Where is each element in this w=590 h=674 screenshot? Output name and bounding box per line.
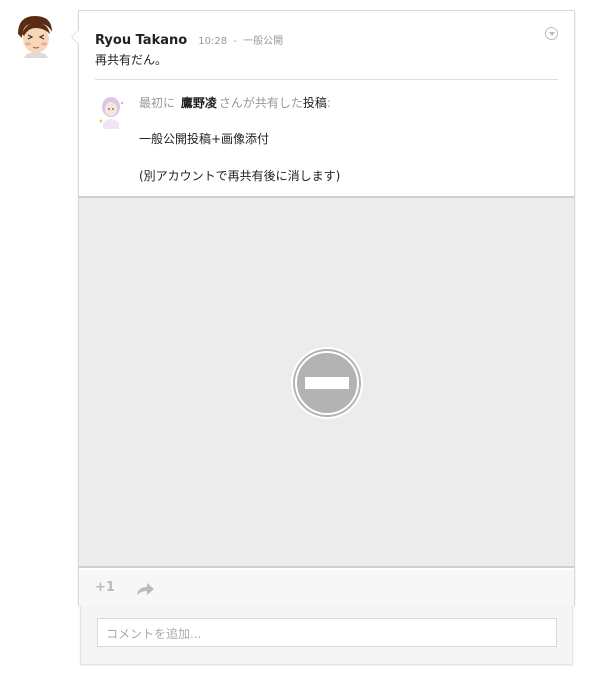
share-arrow-icon[interactable] bbox=[135, 580, 155, 596]
divider bbox=[95, 79, 558, 80]
blocked-image-icon bbox=[291, 347, 363, 419]
post-meta: 10:28 - 一般公開 bbox=[198, 36, 283, 47]
action-bar: +1 bbox=[79, 570, 574, 606]
card-tail bbox=[71, 29, 79, 45]
reshare-prefix: 最初に bbox=[139, 96, 176, 110]
post-time[interactable]: 10:28 bbox=[198, 36, 227, 47]
reshare-attribution: 最初に 鷹野凌 さんが共有した投稿: bbox=[139, 94, 331, 111]
chevron-down-icon[interactable] bbox=[545, 27, 558, 40]
reshare-colon: : bbox=[326, 96, 331, 110]
avatar[interactable] bbox=[12, 12, 58, 58]
attached-image[interactable] bbox=[79, 196, 574, 568]
comment-section: コメントを追加... bbox=[80, 606, 573, 665]
post-card: Ryou Takano 10:28 - 一般公開 再共有だん。 最初に 鷹野凌さ… bbox=[71, 10, 575, 606]
original-post-link[interactable]: 投稿 bbox=[303, 96, 327, 110]
plusone-button[interactable]: +1 bbox=[95, 580, 115, 595]
reshare-body-line1: 一般公開投稿+画像添付 bbox=[139, 132, 270, 146]
post-header: Ryou Takano 10:28 - 一般公開 bbox=[95, 29, 558, 48]
original-author-name[interactable]: 鷹野凌 bbox=[181, 96, 217, 110]
reshare-middle: さんが共有した bbox=[218, 96, 303, 110]
meta-separator: - bbox=[233, 36, 237, 47]
reshare-body-line2: (別アカウントで再共有後に消します) bbox=[139, 169, 341, 183]
post-text: 再共有だん。 bbox=[95, 53, 168, 67]
comment-input[interactable]: コメントを追加... bbox=[97, 618, 557, 647]
original-author-avatar[interactable] bbox=[95, 93, 127, 129]
visibility-label[interactable]: 一般公開 bbox=[243, 36, 283, 47]
author-name[interactable]: Ryou Takano bbox=[95, 33, 187, 48]
